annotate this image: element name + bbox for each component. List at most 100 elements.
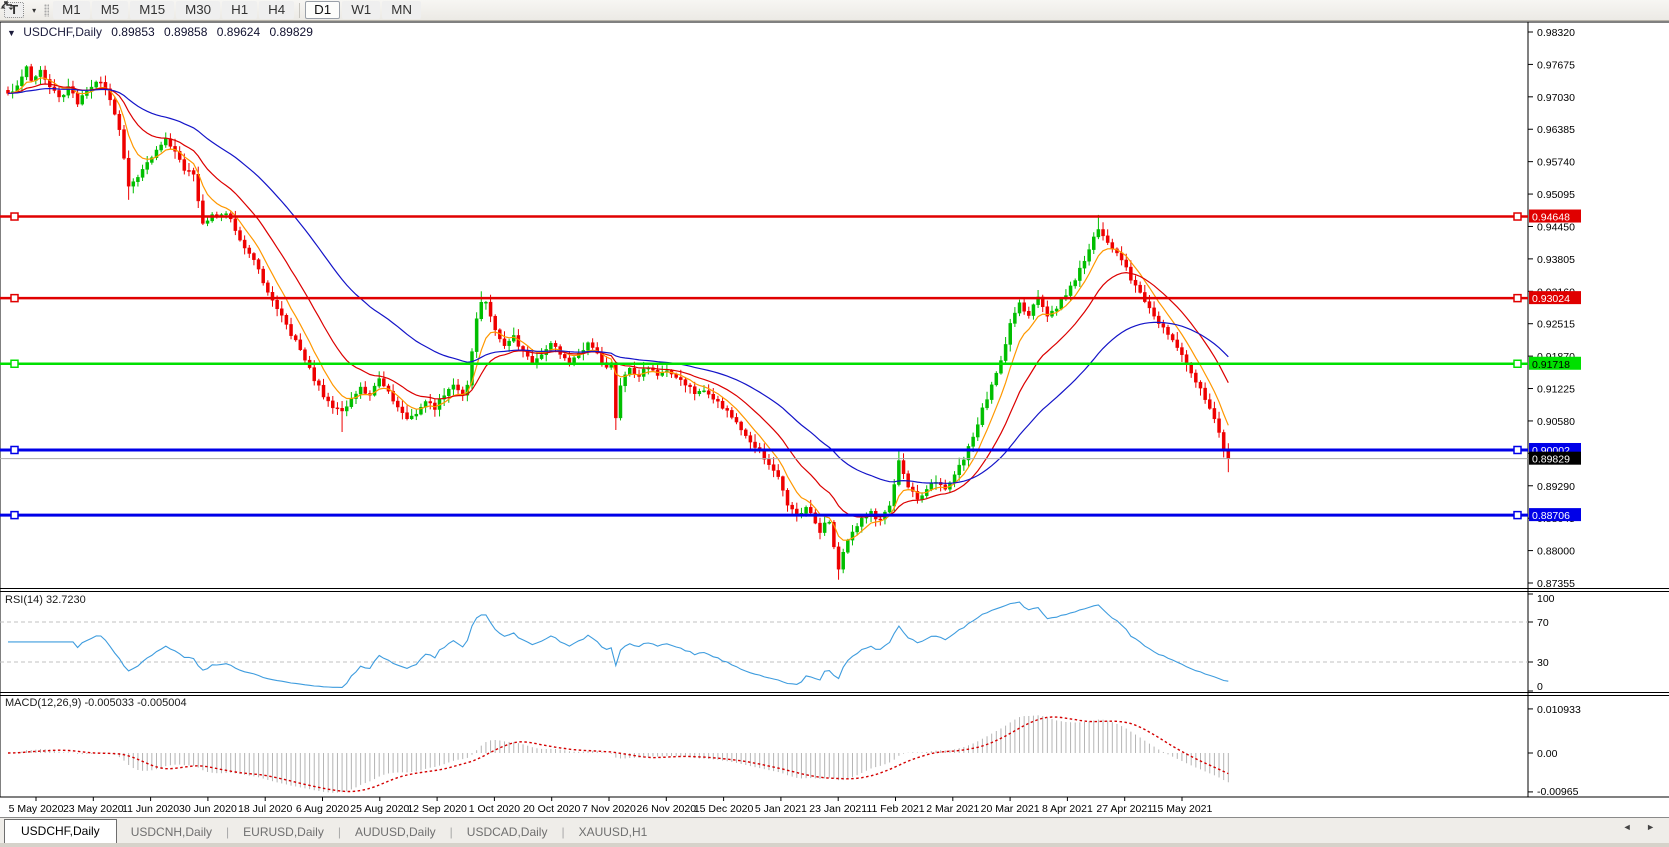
rsi-axis: 100 70 30 0 bbox=[1528, 593, 1555, 693]
hline-handle[interactable] bbox=[10, 293, 19, 303]
chart-title: ▼ USDCHF,Daily 0.89853 0.89858 0.89624 0… bbox=[7, 25, 313, 39]
bar-close-value: 0.89829 bbox=[269, 25, 313, 39]
date-tick-label: 23 Jan 2021 bbox=[809, 803, 867, 815]
symbol-dropdown-icon[interactable]: ▼ bbox=[7, 28, 16, 38]
hline-handle[interactable] bbox=[10, 359, 19, 369]
date-tick-label: 6 Aug 2020 bbox=[296, 803, 349, 815]
svg-text:0.89829: 0.89829 bbox=[1532, 454, 1570, 466]
tab-audusd-daily[interactable]: AUDUSD,Daily bbox=[341, 821, 450, 844]
timeframe-w1-button[interactable]: W1 bbox=[342, 1, 381, 19]
timeframe-d1-button[interactable]: D1 bbox=[305, 1, 341, 19]
date-axis[interactable]: 5 May 2020 23 May 202011 Jun 2020 30 Jun 2… bbox=[9, 797, 1213, 815]
date-tick-label: 25 Aug 2020 bbox=[350, 803, 409, 815]
chevron-down-icon: ▾ bbox=[32, 5, 37, 15]
toolbar-grip[interactable] bbox=[44, 3, 50, 17]
rsi-tick-label: 0 bbox=[1537, 681, 1543, 693]
date-tick-label: 27 Apr 2021 bbox=[1096, 803, 1153, 815]
medium-ma-line bbox=[7, 83, 1229, 518]
arrange-arrows-icon bbox=[0, 0, 14, 10]
hline-handle[interactable] bbox=[1513, 212, 1522, 221]
hline-handle[interactable] bbox=[1513, 359, 1522, 369]
horizontal-levels bbox=[0, 212, 1528, 520]
date-tick-label: 15 Dec 2020 bbox=[694, 803, 754, 815]
date-tick-label: 15 May 2021 bbox=[1152, 803, 1213, 815]
slow-ma-line bbox=[7, 87, 1229, 484]
arrange-symbols-button[interactable]: ▾ bbox=[0, 0, 39, 16]
date-tick-label: 26 Nov 2020 bbox=[637, 803, 697, 815]
macd-signal-line bbox=[7, 716, 1229, 793]
price-axis[interactable]: 0.98320 0.97675 0.97030 0.96385 0.95740 0.950… bbox=[1528, 27, 1581, 590]
price-tick-label: 0.89290 bbox=[1537, 481, 1575, 493]
timeframe-m5-button[interactable]: M5 bbox=[91, 1, 129, 19]
price-tick-label: 0.91225 bbox=[1537, 384, 1575, 396]
date-tick-label: 30 Jun 2020 bbox=[179, 803, 237, 815]
macd-panel bbox=[7, 715, 1229, 793]
price-tick-label: 0.90580 bbox=[1537, 416, 1575, 428]
toolbar: T ▾ M1 M5 M15 M30 H1 H4 D1 W1 MN bbox=[0, 0, 1669, 21]
hline-handle[interactable] bbox=[10, 212, 19, 221]
chart-canvas[interactable]: 0.98320 0.97675 0.97030 0.96385 0.95740 0.950… bbox=[0, 0, 1669, 847]
chart-frame bbox=[0, 21, 1669, 798]
tab-usdcad-daily[interactable]: USDCAD,Daily bbox=[453, 821, 562, 844]
price-tick-label: 0.98320 bbox=[1537, 27, 1575, 39]
price-badge-0.91718: 0.91718 bbox=[1529, 356, 1581, 371]
tab-usdcnh-daily[interactable]: USDCNH,Daily bbox=[117, 821, 226, 844]
svg-text:0.94648: 0.94648 bbox=[1532, 212, 1570, 224]
macd-tick-label: 0.010933 bbox=[1537, 704, 1581, 716]
bar-open-value: 0.89853 bbox=[111, 25, 155, 39]
bar-high-value: 0.89858 bbox=[164, 25, 208, 39]
rsi-line bbox=[8, 601, 1229, 688]
price-tick-label: 0.95740 bbox=[1537, 157, 1575, 169]
current-price-badge: 0.89829 bbox=[1529, 451, 1581, 466]
tab-eurusd-daily[interactable]: EURUSD,Daily bbox=[229, 821, 338, 844]
rsi-tick-label: 70 bbox=[1537, 617, 1549, 629]
hline-0.88706[interactable] bbox=[0, 510, 1528, 520]
price-badge-0.88706: 0.88706 bbox=[1529, 508, 1581, 522]
date-tick-label: 20 Oct 2020 bbox=[523, 803, 580, 815]
hline-handle[interactable] bbox=[10, 445, 19, 455]
tab-usdchf-daily[interactable]: USDCHF,Daily bbox=[4, 819, 117, 844]
price-tick-label: 0.93805 bbox=[1537, 254, 1575, 266]
date-tick-label: 20 Mar 2021 bbox=[981, 803, 1040, 815]
timeframe-h4-button[interactable]: H4 bbox=[259, 1, 295, 19]
timeframe-m1-button[interactable]: M1 bbox=[53, 1, 90, 19]
hline-handle[interactable] bbox=[1513, 510, 1522, 520]
date-tick-label: 1 Oct 2020 bbox=[469, 803, 521, 815]
macd-indicator-label: MACD(12,26,9) -0.005033 -0.005004 bbox=[5, 697, 187, 709]
fast-ma-line bbox=[7, 77, 1229, 541]
macd-tick-label: 0.00 bbox=[1537, 748, 1558, 760]
price-badge-0.94648: 0.94648 bbox=[1529, 209, 1581, 224]
date-tick-label: 5 Jan 2021 bbox=[755, 803, 807, 815]
date-tick-label: 5 May 2020 bbox=[9, 803, 64, 815]
macd-axis: 0.010933 0.00 -0.00965 bbox=[1528, 704, 1581, 798]
symbol-period-label: USDCHF,Daily bbox=[23, 25, 102, 39]
rsi-tick-label: 30 bbox=[1537, 657, 1549, 669]
candlestick-series bbox=[6, 63, 1231, 580]
date-tick-label: 2 Mar 2021 bbox=[926, 803, 979, 815]
hline-handle[interactable] bbox=[1513, 293, 1522, 303]
timeframe-mn-button[interactable]: MN bbox=[382, 1, 421, 19]
tab-scroll-arrows: ◄ ► bbox=[1623, 822, 1661, 832]
hline-0.91718[interactable] bbox=[0, 359, 1528, 369]
price-tick-label: 0.87355 bbox=[1537, 578, 1575, 590]
macd-tick-label: -0.00965 bbox=[1537, 786, 1579, 798]
svg-text:0.91718: 0.91718 bbox=[1532, 359, 1570, 371]
hline-handle[interactable] bbox=[10, 510, 19, 520]
timeframe-m15-button[interactable]: M15 bbox=[130, 1, 175, 19]
chart-tab-bar: USDCHF,Daily USDCNH,Daily | EURUSD,Daily… bbox=[0, 817, 1669, 844]
tab-scroll-left-icon[interactable]: ◄ bbox=[1623, 822, 1638, 832]
timeframe-h1-button[interactable]: H1 bbox=[222, 1, 258, 19]
rsi-panel bbox=[0, 601, 1528, 688]
tab-scroll-right-icon[interactable]: ► bbox=[1646, 822, 1661, 832]
date-tick-label: 8 Apr 2021 bbox=[1042, 803, 1093, 815]
price-tick-label: 0.97675 bbox=[1537, 59, 1575, 71]
timeframe-m30-button[interactable]: M30 bbox=[176, 1, 221, 19]
svg-text:0.93024: 0.93024 bbox=[1532, 293, 1570, 305]
price-tick-label: 0.96385 bbox=[1537, 124, 1575, 136]
date-tick-label: 11 Jun 2020 bbox=[122, 803, 179, 815]
hline-handle[interactable] bbox=[1513, 445, 1522, 455]
price-tick-label: 0.88000 bbox=[1537, 546, 1575, 558]
svg-text:0.88706: 0.88706 bbox=[1532, 510, 1570, 522]
hline-0.93024[interactable] bbox=[0, 293, 1528, 303]
tab-xauusd-h1[interactable]: XAUUSD,H1 bbox=[565, 821, 662, 844]
